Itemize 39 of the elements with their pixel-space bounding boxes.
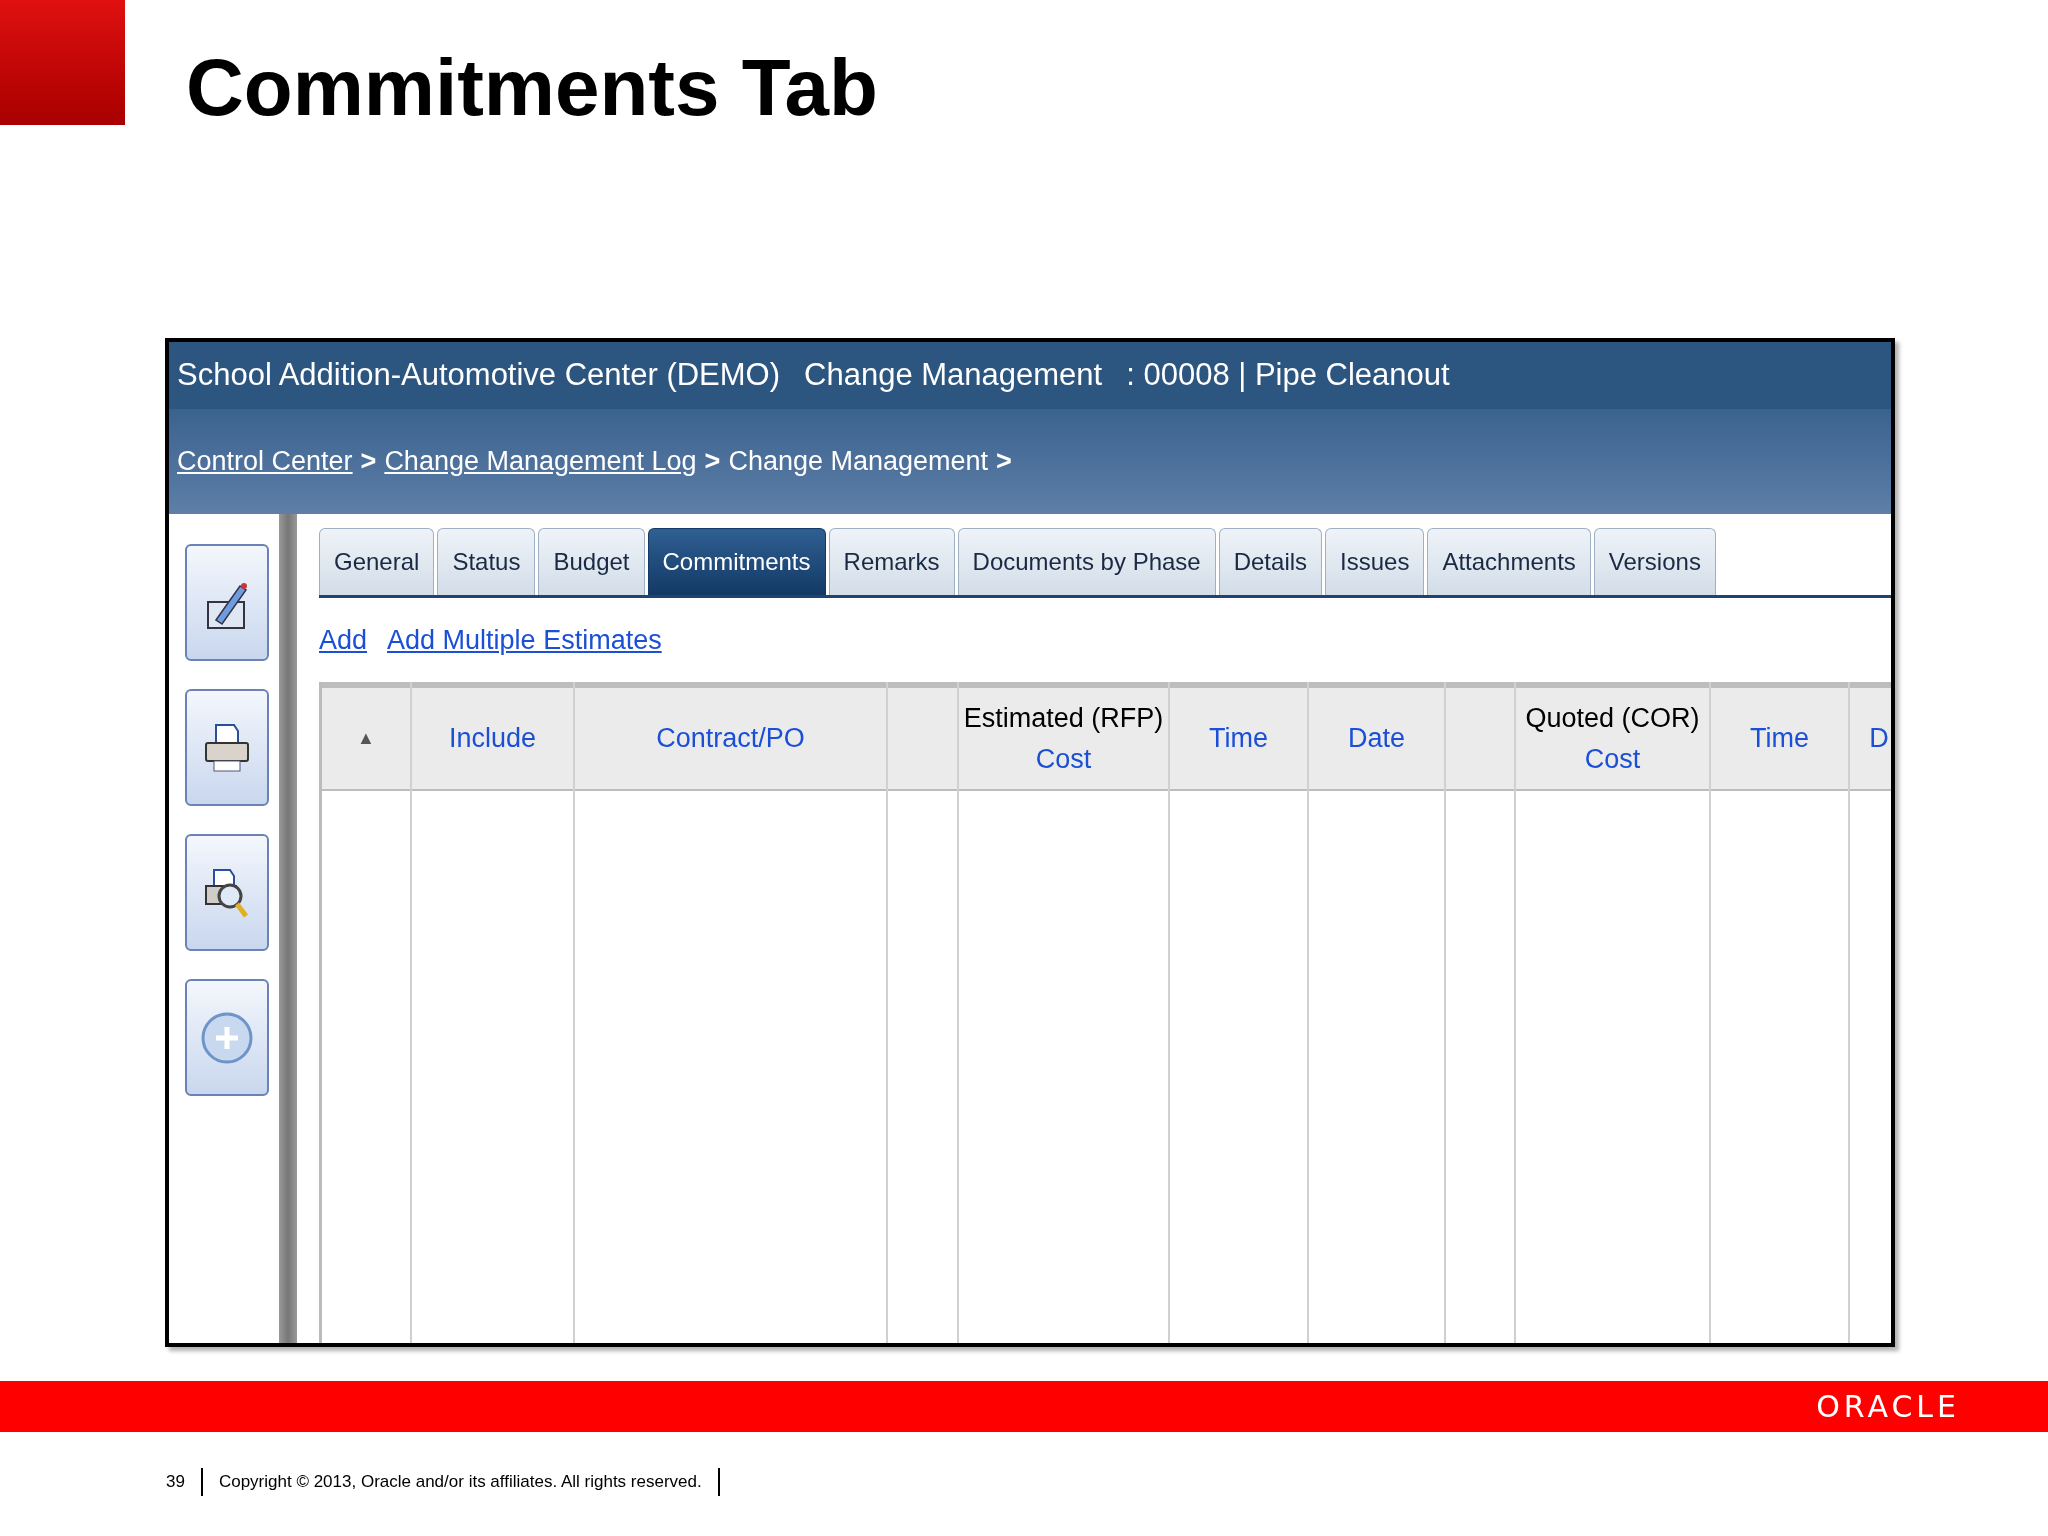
copyright-text: Copyright © 2013, Oracle and/or its affiliates. All rights reserved. xyxy=(218,1471,702,1494)
breadcrumb-link[interactable]: Control Center xyxy=(177,441,353,482)
tab[interactable]: General xyxy=(319,528,435,595)
tab[interactable]: Attachments xyxy=(1427,528,1591,595)
action-link[interactable]: Add Multiple Estimates xyxy=(387,619,662,661)
tab[interactable]: Commitments xyxy=(647,528,826,595)
column-header-link[interactable]: Include xyxy=(448,718,537,759)
column-group-label: Quoted (COR) xyxy=(1525,702,1700,735)
tab[interactable]: Versions xyxy=(1593,528,1716,595)
column-header-link[interactable]: D xyxy=(1869,718,1889,759)
toolbar-button[interactable] xyxy=(185,834,269,951)
column-header-link[interactable]: Time xyxy=(1750,718,1809,759)
column-header-link[interactable]: Date xyxy=(1347,718,1405,759)
oracle-logo: ORACLE xyxy=(1816,1388,1960,1426)
window-title: Change Management xyxy=(804,356,1103,395)
column-group-label: Estimated (RFP) xyxy=(963,702,1164,735)
breadcrumb-link[interactable]: Change Management Log xyxy=(384,441,697,482)
sort-arrow-icon[interactable]: ▲ xyxy=(357,725,375,752)
page-number: 39 xyxy=(166,1471,185,1494)
tab[interactable]: Budget xyxy=(538,528,645,595)
column-header-link[interactable]: Time xyxy=(1209,718,1268,759)
breadcrumb-item: Change Management xyxy=(728,445,989,479)
breadcrumb-separator: > xyxy=(704,445,721,479)
column-header-link[interactable]: Cost xyxy=(1584,738,1641,779)
breadcrumb-separator: > xyxy=(360,445,377,479)
action-link[interactable]: Add xyxy=(319,619,368,661)
toolbar-button[interactable] xyxy=(185,544,269,661)
tab[interactable]: Documents by Phase xyxy=(957,528,1216,595)
toolbar-button[interactable] xyxy=(185,689,269,806)
column-header-link[interactable]: Contract/PO xyxy=(656,718,805,759)
tab[interactable]: Issues xyxy=(1325,528,1425,595)
window-title: : 00008 | Pipe Cleanout xyxy=(1126,356,1450,395)
slide-title: Commitments Tab xyxy=(186,48,878,128)
column-header-link[interactable]: Cost xyxy=(1035,738,1092,779)
tab[interactable]: Details xyxy=(1218,528,1323,595)
tab[interactable]: Status xyxy=(437,528,536,595)
breadcrumb-separator: > xyxy=(996,445,1012,479)
tab[interactable]: Remarks xyxy=(828,528,955,595)
window-title: School Addition-Automotive Center (DEMO) xyxy=(177,356,781,395)
